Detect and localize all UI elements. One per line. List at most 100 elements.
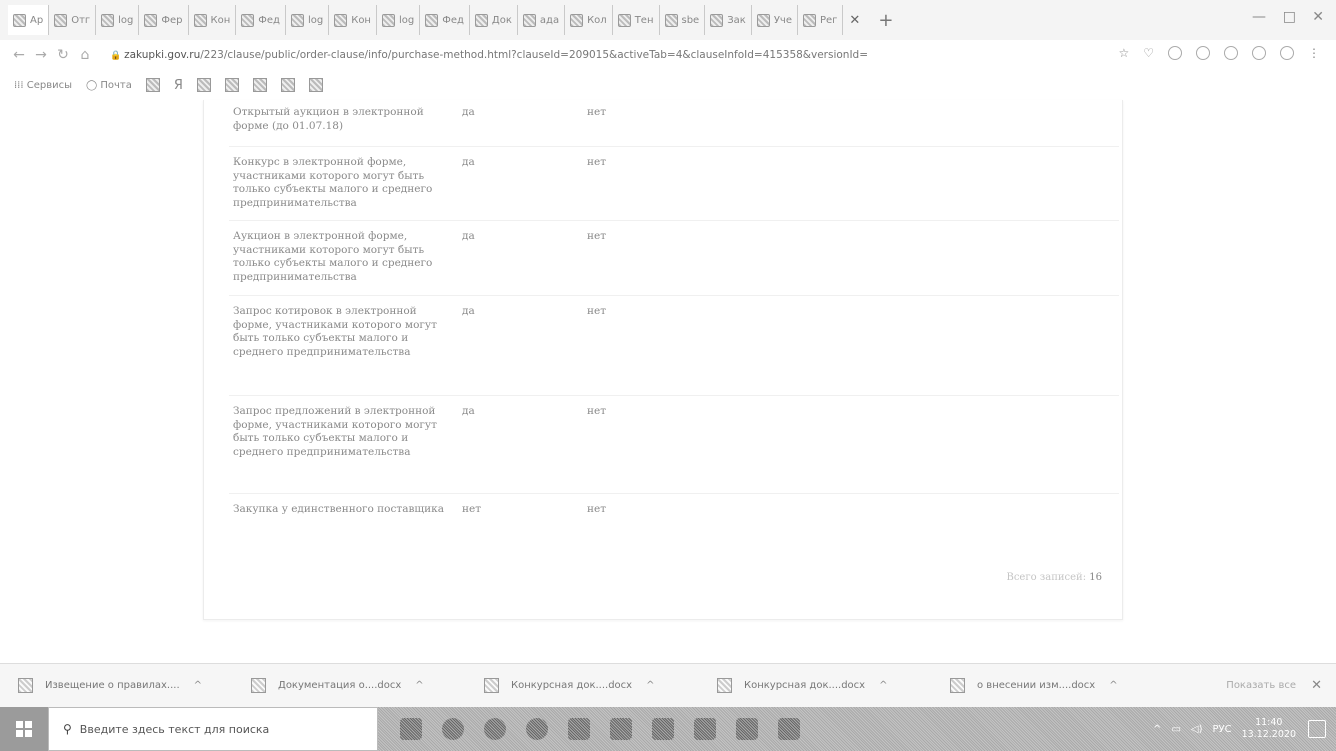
url-input[interactable]: 🔒 zakupki.gov.ru/223/clause/public/order… (110, 49, 990, 61)
download-menu-chevron-icon[interactable]: ^ (415, 680, 423, 691)
extension-icon[interactable] (1196, 46, 1210, 60)
heart-icon[interactable]: ♡ (1143, 46, 1154, 60)
browser-tab[interactable]: sbe (660, 5, 706, 35)
language-indicator[interactable]: РУС (1212, 724, 1231, 735)
download-item[interactable]: Конкурсная док....docx ^ (484, 678, 717, 693)
new-tab-button[interactable]: + (878, 10, 893, 31)
tray-chevron-icon[interactable]: ^ (1153, 724, 1161, 735)
browser-tab[interactable]: Док (470, 5, 518, 35)
browser-tab[interactable]: Кон (329, 5, 377, 35)
apps-bookmark[interactable]: ⁞⁞⁞ Сервисы (14, 80, 72, 91)
tab-favicon-icon (425, 13, 439, 27)
downloads-shelf: Извещение о правилах.... ^ Документация о.… (0, 663, 1336, 707)
row-divider (229, 146, 1119, 147)
tab-label: Кон (351, 14, 371, 26)
show-all-downloads-link[interactable]: Показать все (1226, 680, 1296, 691)
bookmark-icon[interactable] (145, 78, 160, 92)
close-window-button[interactable]: ✕ (1312, 9, 1324, 25)
taskbar-search-input[interactable]: ⚲ Введите здесь текст для поиска (48, 707, 378, 751)
back-button[interactable]: ← (8, 47, 30, 63)
extension-icon[interactable] (1252, 46, 1266, 60)
tab-favicon-icon (381, 13, 395, 27)
yandex-icon[interactable]: Я (174, 78, 183, 93)
browser-tab[interactable]: ада (518, 5, 566, 35)
close-shelf-icon[interactable]: ✕ (1311, 678, 1322, 693)
word-app-icon[interactable] (778, 718, 800, 740)
browser-app-icon[interactable] (442, 718, 464, 740)
row-divider (229, 493, 1119, 494)
profile-avatar[interactable] (1280, 46, 1294, 60)
bookmark-icon[interactable] (196, 78, 211, 92)
download-item[interactable]: Документация о....docx ^ (251, 678, 484, 693)
edge-icon[interactable] (526, 718, 548, 740)
start-button[interactable] (0, 707, 48, 751)
bookmark-icon[interactable] (252, 78, 267, 92)
extension-icon[interactable] (1168, 46, 1182, 60)
browser-tab[interactable]: log (377, 5, 421, 35)
clock[interactable]: 11:40 13.12.2020 (1242, 717, 1296, 741)
tab-favicon-icon (617, 13, 631, 27)
browser-tab[interactable]: Тен (613, 5, 660, 35)
download-menu-chevron-icon[interactable]: ^ (1109, 680, 1117, 691)
store-app-icon[interactable] (652, 718, 674, 740)
browser-tab[interactable]: Фед (420, 5, 470, 35)
browser-tab[interactable]: Кол (565, 5, 613, 35)
menu-kebab-icon[interactable]: ⋮ (1308, 46, 1320, 60)
tab-favicon-icon (664, 13, 678, 27)
browser-tab[interactable]: Фер (139, 5, 189, 35)
search-icon: ⚲ (63, 722, 72, 736)
mail-bookmark[interactable]: ◯ Почта (86, 80, 132, 91)
download-menu-chevron-icon[interactable]: ^ (194, 680, 202, 691)
tab-label: sbe (681, 14, 700, 26)
browser-tab[interactable]: Кон (189, 5, 237, 35)
download-menu-chevron-icon[interactable]: ^ (879, 680, 887, 691)
browser-tab[interactable]: Фед (236, 5, 286, 35)
extension-icon[interactable] (1224, 46, 1238, 60)
tab-favicon-icon (241, 13, 255, 27)
browser-tab[interactable]: log (286, 5, 330, 35)
mail-app-icon[interactable] (568, 718, 590, 740)
bookmark-icon[interactable] (224, 78, 239, 92)
yandex-browser-icon[interactable] (484, 718, 506, 740)
mail-icon: ◯ (86, 79, 101, 91)
volume-icon[interactable]: ◁) (1191, 724, 1203, 735)
browser-tab[interactable]: log (96, 5, 140, 35)
windows-logo-icon (16, 721, 32, 737)
total-records: Всего записей: 16 (1006, 572, 1102, 583)
explorer-app-icon[interactable] (736, 718, 758, 740)
close-tab-icon[interactable]: ✕ (849, 13, 860, 28)
outlook-app-icon[interactable] (694, 718, 716, 740)
address-bar: ← → ↻ ⌂ 🔒 zakupki.gov.ru/223/clause/publ… (0, 40, 1336, 70)
browser-tab[interactable]: Уче (752, 5, 798, 35)
network-icon[interactable]: ▭ (1171, 724, 1180, 735)
star-icon[interactable]: ☆ (1118, 46, 1129, 60)
download-item[interactable]: о внесении изм....docx ^ (950, 678, 1183, 693)
windows-taskbar: ⚲ Введите здесь текст для поиска ^ ▭ ◁) … (0, 707, 1336, 751)
photos-app-icon[interactable] (610, 718, 632, 740)
download-item[interactable]: Конкурсная док....docx ^ (717, 678, 950, 693)
value-cell: да (462, 230, 475, 242)
browser-tab[interactable]: Рег (798, 5, 844, 35)
download-menu-chevron-icon[interactable]: ^ (646, 680, 654, 691)
total-label: Всего записей: (1006, 572, 1087, 583)
maximize-button[interactable]: □ (1283, 9, 1296, 25)
download-item[interactable]: Извещение о правилах.... ^ (18, 678, 251, 693)
minimize-button[interactable]: — (1252, 9, 1266, 25)
notifications-icon[interactable] (1308, 720, 1326, 738)
tab-favicon-icon (54, 13, 68, 27)
bookmark-icon[interactable] (308, 78, 323, 92)
browser-tab[interactable]: Ap (8, 5, 50, 35)
tab-favicon-icon (144, 13, 158, 27)
task-view-icon[interactable] (400, 718, 422, 740)
bookmark-icon[interactable] (280, 78, 295, 92)
reload-button[interactable]: ↻ (52, 47, 74, 63)
tab-label: Уче (773, 14, 792, 26)
word-document-icon (251, 678, 266, 693)
browser-tab[interactable]: Зак (705, 5, 752, 35)
bookmarks-bar: ⁞⁞⁞ Сервисы ◯ Почта Я (0, 70, 1336, 100)
browser-tab[interactable]: Отг (49, 5, 97, 35)
tab-label: Фер (161, 14, 183, 26)
forward-button[interactable]: → (30, 47, 52, 63)
home-button[interactable]: ⌂ (74, 47, 96, 63)
tab-favicon-icon (802, 13, 816, 27)
